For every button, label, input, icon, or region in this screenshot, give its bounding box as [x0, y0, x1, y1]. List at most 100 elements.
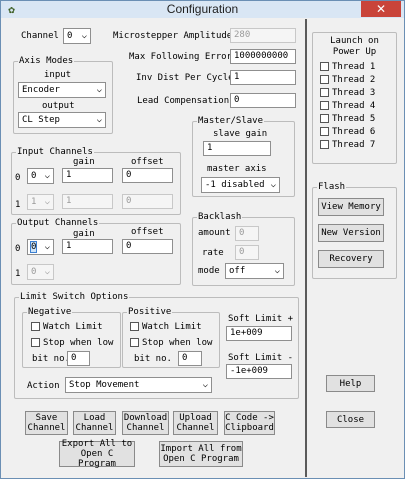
axis-modes-title: Axis Modes: [18, 55, 75, 67]
input-offset-field-1[interactable]: 0: [122, 194, 173, 209]
output-mode-select[interactable]: CL Step ⌵: [18, 112, 106, 128]
backlash-amount-field[interactable]: 0: [235, 226, 259, 241]
max-following-error-field[interactable]: 1000000000: [230, 49, 296, 64]
backlash-rate-field[interactable]: 0: [235, 245, 259, 260]
limit-switch-group: Limit Switch Options Negative Watch Limi…: [14, 291, 299, 399]
title-bar[interactable]: ✿ Configuration ✕: [1, 1, 404, 18]
action-label: Action: [27, 381, 60, 391]
chevron-down-icon: ⌵: [44, 197, 50, 207]
negative-title: Negative: [27, 306, 73, 318]
close-button[interactable]: Close: [326, 411, 375, 428]
negative-bit-field[interactable]: 0: [67, 351, 90, 366]
thread-3-checkbox[interactable]: [320, 88, 329, 97]
chevron-down-icon: ⌵: [81, 31, 87, 41]
positive-watch-label: Watch Limit: [142, 322, 202, 332]
master-slave-group: Master/Slave slave gain 1 master axis -1…: [192, 115, 295, 197]
chevron-down-icon: ⌵: [96, 85, 102, 95]
input-row-index: 0: [15, 173, 21, 183]
output-row-index: 0: [15, 244, 21, 254]
new-version-button[interactable]: New Version: [318, 224, 384, 242]
input-channels-group: Input Channels gain offset 0 0 ⌵ 1 0 1 1 ⌵…: [11, 146, 181, 215]
launch-power-up-group: Launch on Power Up Thread 1 Thread 2 Thr…: [312, 32, 397, 164]
negative-watch-label: Watch Limit: [43, 322, 103, 332]
slave-gain-label: slave gain: [213, 129, 268, 139]
thread-2-checkbox[interactable]: [320, 75, 329, 84]
input-channel-select-1[interactable]: 1 ⌵: [27, 194, 54, 210]
vertical-divider: [305, 19, 307, 477]
microstepper-amplitude-field[interactable]: 280: [230, 28, 296, 43]
slave-gain-field[interactable]: 1: [203, 141, 271, 156]
backlash-group: Backlash amount 0 rate 0 mode off ⌵: [192, 211, 295, 286]
channel-label: Channel: [21, 31, 59, 41]
soft-limit-plus-field[interactable]: 1e+009: [226, 326, 292, 341]
action-select[interactable]: Stop Movement ⌵: [65, 377, 212, 393]
thread-7-checkbox[interactable]: [320, 140, 329, 149]
master-axis-select[interactable]: -1 disabled ⌵: [201, 177, 280, 193]
input-gain-field-1[interactable]: 1: [62, 194, 113, 209]
positive-stop-checkbox[interactable]: [130, 338, 139, 347]
input-channel-select-0[interactable]: 0 ⌵: [27, 168, 54, 184]
negative-watch-checkbox[interactable]: [31, 322, 40, 331]
input-offset-field-0[interactable]: 0: [122, 168, 173, 183]
view-memory-button[interactable]: View Memory: [318, 198, 384, 216]
positive-watch-checkbox[interactable]: [130, 322, 139, 331]
output-channels-group: Output Channels gain offset 0 0 ⌵ 1 0 1 0…: [11, 217, 181, 285]
download-channel-button[interactable]: Download Channel: [122, 411, 169, 435]
negative-bit-label: bit no.: [32, 354, 70, 364]
recovery-button[interactable]: Recovery: [318, 250, 384, 268]
import-all-button[interactable]: Import All from Open C Program: [159, 441, 243, 467]
thread-7-label: Thread 7: [332, 140, 376, 150]
save-channel-button[interactable]: Save Channel: [25, 411, 68, 435]
soft-limit-plus-label: Soft Limit +: [228, 314, 294, 324]
output-channel-select-1[interactable]: 0 ⌵: [27, 264, 54, 280]
thread-5-label: Thread 5: [332, 114, 376, 124]
axis-modes-group: Axis Modes input Encoder ⌵ output CL Step…: [13, 55, 113, 134]
inv-dist-per-cycle-field[interactable]: 1: [230, 70, 296, 85]
backlash-amount-label: amount: [198, 228, 231, 238]
chevron-down-icon: ⌵: [44, 171, 50, 181]
positive-title: Positive: [127, 306, 173, 318]
thread-1-checkbox[interactable]: [320, 62, 329, 71]
thread-6-checkbox[interactable]: [320, 127, 329, 136]
window-title: Configuration: [166, 2, 239, 16]
soft-limit-minus-field[interactable]: -1e+009: [226, 364, 292, 379]
output-channel-select-0[interactable]: 0 ⌵: [27, 239, 54, 255]
chevron-down-icon: ⌵: [274, 266, 280, 276]
master-axis-label: master axis: [207, 164, 267, 174]
thread-5-checkbox[interactable]: [320, 114, 329, 123]
negative-stop-checkbox[interactable]: [31, 338, 40, 347]
launch-title-line2: Power Up: [332, 47, 377, 57]
upload-channel-button[interactable]: Upload Channel: [173, 411, 218, 435]
master-slave-title: Master/Slave: [197, 115, 265, 127]
input-gain-header: gain: [73, 157, 95, 167]
output-gain-field-0[interactable]: 1: [62, 239, 113, 254]
load-channel-button[interactable]: Load Channel: [73, 411, 116, 435]
lead-compensation-field[interactable]: 0: [230, 93, 296, 108]
c-code-clipboard-button[interactable]: C Code -> Clipboard: [224, 411, 275, 435]
close-window-button[interactable]: ✕: [361, 1, 401, 17]
negative-limit-group: Negative Watch Limit Stop when low bit n…: [22, 306, 121, 368]
input-row-index: 1: [15, 200, 21, 210]
thread-4-checkbox[interactable]: [320, 101, 329, 110]
input-gain-field-0[interactable]: 1: [62, 168, 113, 183]
backlash-mode-select[interactable]: off ⌵: [225, 263, 284, 279]
output-offset-header: offset: [131, 227, 164, 237]
output-offset-field-0[interactable]: 0: [122, 239, 173, 254]
backlash-title: Backlash: [197, 211, 243, 223]
limit-switch-title: Limit Switch Options: [19, 291, 130, 303]
positive-bit-field[interactable]: 0: [178, 351, 202, 366]
lead-compensation-label: Lead Compensation: [137, 96, 230, 106]
flash-group: Flash View Memory New Version Recovery: [312, 181, 397, 279]
export-all-button[interactable]: Export All to Open C Program: [59, 439, 135, 469]
soft-limit-minus-label: Soft Limit -: [228, 353, 294, 363]
output-mode-label: output: [42, 101, 75, 111]
input-mode-label: input: [44, 70, 72, 80]
input-mode-select[interactable]: Encoder ⌵: [18, 82, 106, 98]
output-row-index: 1: [15, 269, 21, 279]
microstepper-label: Microstepper Amplitude: [113, 31, 233, 41]
chevron-down-icon: ⌵: [44, 242, 50, 252]
configuration-window: ✿ Configuration ✕ Channel 0 ⌵ Microsteppe…: [0, 0, 405, 479]
channel-select[interactable]: 0 ⌵: [63, 28, 91, 44]
backlash-rate-label: rate: [202, 248, 224, 258]
help-button[interactable]: Help: [326, 375, 375, 392]
